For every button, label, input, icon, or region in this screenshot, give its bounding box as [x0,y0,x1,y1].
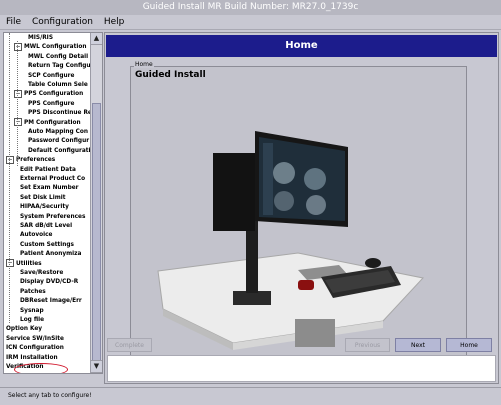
tree-item-label: IRM Installation [6,354,58,361]
content-pane: Home Home Guided Install Complete Previo… [104,32,499,384]
tree-item-label: DBReset Image/Err [20,298,82,305]
previous-button[interactable]: Previous [345,338,390,352]
page-title: Home [106,35,497,57]
verification-highlight-circle [14,363,68,373]
tree-item-label: Password Configur [28,138,90,145]
tree-item-label: Edit Patient Data [20,166,76,173]
tree-item-label: Service SW/InSite [6,335,64,342]
navigation-tree: MIS/RIS − MWL Configuration MWL Config Deta… [4,33,90,373]
home-button[interactable]: Home [446,338,492,352]
tree-item-label: SCP Configure [28,72,75,79]
menu-help[interactable]: Help [104,17,125,27]
complete-button[interactable]: Complete [107,338,152,352]
tree-collapse-icon[interactable]: − [6,155,14,164]
tree-item-label: Table Column Sele [28,82,88,88]
tree-item-label: Sysnap [20,307,44,314]
tree-item-label: PPS Configure [28,100,75,107]
tree-item-label: MWL Config Detail [28,53,89,60]
tree-item-label: Utilities [16,260,42,267]
group-title: Guided Install [135,70,206,80]
tree-collapse-icon[interactable]: − [14,118,22,127]
tree-collapse-icon[interactable]: − [6,259,14,268]
window-title: Guided Install MR Build Number: MR27.0_1… [0,0,501,16]
tree-item-label: Preferences [16,157,56,164]
tree-item-label: Return Tag Configur [28,63,90,70]
tree-item-label: Autovoice [20,232,53,239]
tree-item-label: Set Disk Limit [20,194,66,201]
menubar: File Configuration Help [0,15,501,30]
tree-item-label: Option Key [6,326,43,333]
menu-file[interactable]: File [6,17,21,27]
tree-item-label: Display DVD/CD-R [20,279,79,286]
tree-item-label: PM Configuration [24,119,81,126]
scroll-up-arrow-icon[interactable]: ▲ [91,33,102,45]
tree-collapse-icon[interactable]: − [14,42,22,51]
tree-item-label: External Product Co [20,176,86,182]
scroll-thumb[interactable] [92,103,101,363]
tree-item-label: ICN Configuration [6,345,64,352]
status-bar: Select any tab to configure! [0,387,501,405]
group-label: Home [134,61,154,68]
menu-configuration[interactable]: Configuration [32,17,93,27]
tree-item-label: Auto Mapping Con [28,129,89,135]
workstation-image [143,103,433,355]
tree-item-label: Patient Anonymiza [20,251,82,258]
tree-scrollbar[interactable]: ▲ ▼ [90,33,102,373]
tree-item-label: Set Exam Number [20,185,79,192]
tree-item-label: MIS/RIS [28,35,54,41]
tree-item-label: Default Configurati [28,147,90,154]
navigation-tree-panel: MIS/RIS − MWL Configuration MWL Config Deta… [3,32,103,374]
tree-item-label: MWL Configuration [24,44,87,51]
scroll-down-arrow-icon[interactable]: ▼ [91,360,102,373]
tree-connector-line [17,41,18,166]
tree-item-label: Save/Restore [20,270,64,276]
next-button[interactable]: Next [395,338,441,352]
tree-item-label: Log file [20,317,45,323]
tree-item-label: System Preferences [20,213,86,220]
tree-item-label: SAR dB/dt Level [20,223,73,229]
tree-item-label: HIPAA/Security [20,204,69,211]
tree-item-label: Patches [20,288,46,295]
message-area [107,355,496,382]
tree-item-label: PPS Configuration [24,91,84,98]
tree-item-label: Custom Settings [20,241,75,248]
tree-connector-line [9,33,10,323]
tree-item-label: PPS Discontinue Re [28,110,90,117]
tree-collapse-icon[interactable]: − [14,89,22,98]
